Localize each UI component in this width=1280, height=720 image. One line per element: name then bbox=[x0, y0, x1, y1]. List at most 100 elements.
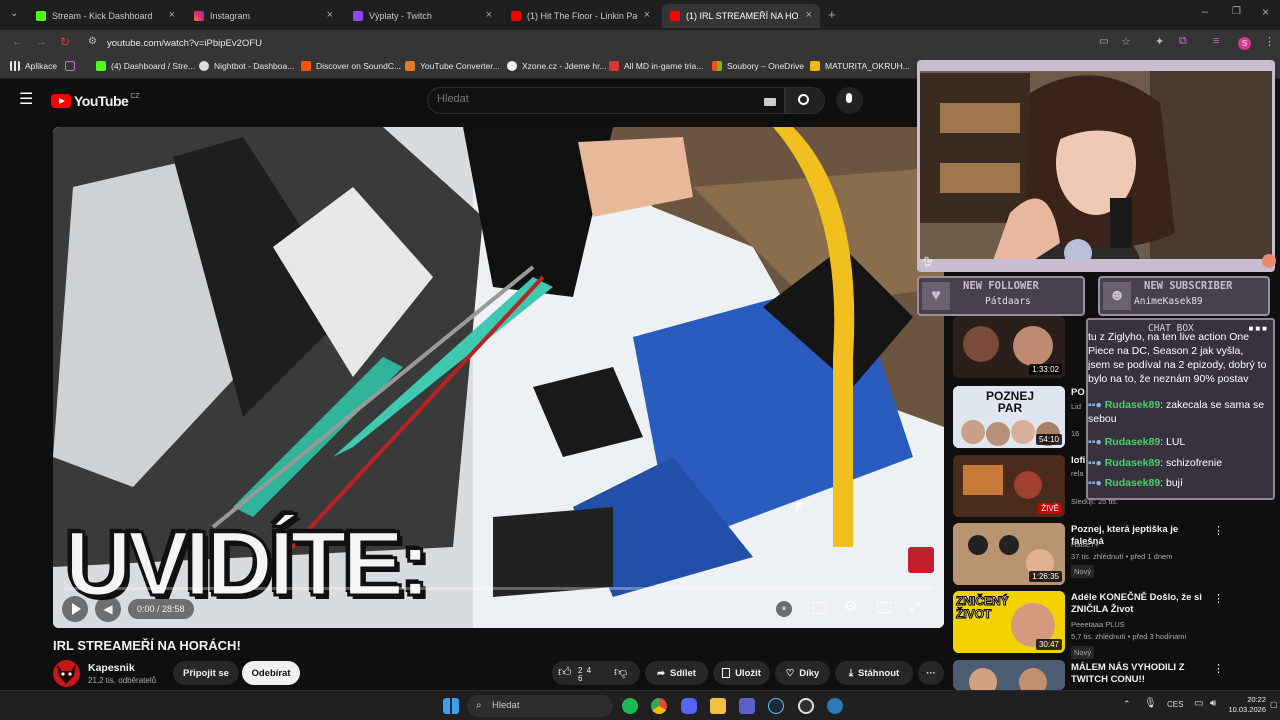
tray-chevron-icon[interactable]: ⌃ bbox=[1123, 699, 1131, 710]
taskbar-search[interactable]: ⌕ Hledat bbox=[467, 695, 613, 717]
bookmark-yt-converter[interactable]: YouTube Converter... bbox=[405, 61, 500, 71]
url-text[interactable]: youtube.com/watch?v=iPbipEv2OFU bbox=[107, 38, 262, 49]
play-button[interactable] bbox=[62, 596, 88, 622]
converter-icon bbox=[405, 61, 415, 71]
save-button[interactable]: Uložit bbox=[713, 661, 770, 685]
video-player[interactable]: UVIDÍTE: ◀ 0:00 / 28:58 ⏸ ⚙ ⤢ bbox=[53, 127, 944, 628]
download-label: Stáhnout bbox=[858, 667, 900, 679]
teams-icon[interactable] bbox=[739, 698, 755, 714]
recommendation-thumbnail[interactable]: 1:33:02 bbox=[953, 316, 1065, 378]
recommendation-thumbnail[interactable] bbox=[953, 660, 1065, 690]
autoplay-toggle-icon[interactable]: ⏸ bbox=[776, 601, 792, 617]
microphone-tray-icon[interactable]: 🎙︎ bbox=[1144, 698, 1157, 709]
search-button[interactable] bbox=[785, 87, 825, 114]
recommendation-thumbnail[interactable]: 1:26:35 bbox=[953, 523, 1065, 585]
subtitles-icon[interactable] bbox=[812, 602, 827, 614]
bookmark-dashboard[interactable]: (4) Dashboard / Stre... bbox=[96, 61, 195, 71]
bookmark-md[interactable]: All MD in-game tria... bbox=[609, 61, 703, 71]
live-badge: ŽIVĚ bbox=[1038, 503, 1062, 514]
tab-list-chevron-icon[interactable]: ⌄ bbox=[10, 8, 18, 19]
settings-gear-icon[interactable]: ⚙ bbox=[844, 597, 857, 615]
close-tab-icon[interactable]: × bbox=[327, 9, 333, 21]
recommendation-title[interactable]: MÁLEM NÁS VYHODILI Z TWITCH CONU!! bbox=[1071, 662, 1211, 686]
minimize-window-icon[interactable]: – bbox=[1202, 6, 1208, 18]
network-icon[interactable]: ▭ bbox=[1194, 698, 1203, 709]
more-actions-button[interactable]: ··· bbox=[918, 661, 944, 685]
youtube-logo[interactable]: YouTube CZ bbox=[51, 93, 140, 109]
bookmark-soundcloud[interactable]: Discover on SoundC... bbox=[301, 61, 401, 71]
bookmark-apps[interactable]: Aplikace bbox=[10, 61, 57, 71]
bookmark-nightbot[interactable]: Nightbot - Dashboa... bbox=[199, 61, 294, 71]
bookmark-label: Soubory – OneDrive bbox=[727, 61, 805, 71]
bookmark-star-icon[interactable]: ☆ bbox=[1121, 35, 1131, 48]
more-options-icon[interactable]: ⋮ bbox=[1213, 524, 1224, 537]
hamburger-menu-icon[interactable]: ☰ bbox=[19, 92, 33, 108]
tab-kick[interactable]: Stream - Kick Dashboard × bbox=[28, 4, 183, 28]
windows-start-icon[interactable] bbox=[443, 698, 459, 714]
theater-mode-icon[interactable] bbox=[877, 602, 892, 613]
like-button[interactable]: 👍︎ bbox=[558, 664, 572, 680]
chrome-icon[interactable] bbox=[651, 698, 667, 714]
recommendation-title[interactable]: Adéle KONEČNĚ Došlo, že si ZNIČILA Život bbox=[1071, 592, 1211, 616]
discord-icon[interactable] bbox=[681, 698, 697, 714]
cast-icon[interactable]: ▭ bbox=[1099, 36, 1108, 47]
volume-button[interactable]: ◀ bbox=[95, 596, 121, 622]
media-icon[interactable]: ≡ bbox=[1213, 35, 1219, 47]
recommendation-thumbnail[interactable]: ŽIVĚ bbox=[953, 455, 1065, 517]
bookmark-xzone[interactable]: Xzone.cz - Jdeme hr... bbox=[507, 61, 607, 71]
voice-search-button[interactable] bbox=[836, 87, 863, 114]
bookmark-onedrive[interactable]: Soubory – OneDrive bbox=[712, 61, 804, 71]
forward-icon[interactable]: → bbox=[36, 36, 47, 48]
clock[interactable]: 20:22 10.03.2026 bbox=[1226, 695, 1266, 715]
search-box[interactable] bbox=[427, 87, 785, 114]
file-explorer-icon[interactable] bbox=[710, 698, 726, 714]
tab-twitch[interactable]: Výplaty - Twitch × bbox=[345, 4, 500, 28]
obs-icon[interactable] bbox=[798, 698, 814, 714]
volume-tray-icon[interactable]: 🔊︎ bbox=[1210, 698, 1216, 709]
reload-icon[interactable]: ↻ bbox=[60, 35, 70, 49]
browser-menu-icon[interactable]: ⋮ bbox=[1264, 35, 1275, 48]
keyboard-icon[interactable] bbox=[764, 98, 776, 106]
app-icon[interactable] bbox=[827, 698, 843, 714]
close-tab-icon[interactable]: × bbox=[644, 9, 650, 21]
recommendation-thumbnail[interactable]: POZNEJ PAR 54:10 bbox=[953, 386, 1065, 448]
bookmark-maturita[interactable]: MATURITA_OKRUH... bbox=[810, 61, 910, 71]
recommendation-channel: HaiseT+ bbox=[1071, 540, 1100, 549]
close-tab-icon[interactable]: × bbox=[806, 9, 812, 21]
back-icon[interactable]: ← bbox=[12, 36, 23, 48]
bookmark-grid[interactable] bbox=[65, 61, 80, 71]
new-tab-button[interactable]: + bbox=[828, 7, 836, 22]
video-duration: 1:33:02 bbox=[1029, 364, 1062, 375]
steam-icon[interactable] bbox=[768, 698, 784, 714]
spotify-icon[interactable] bbox=[622, 698, 638, 714]
tab-instagram[interactable]: Instagram × bbox=[186, 4, 341, 28]
language-indicator[interactable]: CES bbox=[1167, 700, 1183, 709]
video-progress-bar[interactable] bbox=[64, 587, 932, 590]
profile-avatar[interactable]: S bbox=[1238, 37, 1251, 50]
puzzle-icon[interactable]: ⧉ bbox=[1179, 35, 1187, 48]
subscribe-button[interactable]: Odebírat bbox=[242, 661, 300, 685]
extension-icon[interactable]: ✦ bbox=[1155, 35, 1164, 48]
channel-name[interactable]: Kapesnik bbox=[88, 662, 135, 674]
more-options-icon[interactable]: ⋮ bbox=[1213, 662, 1224, 675]
fullscreen-icon[interactable]: ⤢ bbox=[909, 599, 919, 615]
maximize-window-icon[interactable]: ❐ bbox=[1232, 6, 1241, 17]
dislike-button[interactable]: 👎︎ bbox=[614, 664, 627, 680]
close-window-icon[interactable]: × bbox=[1262, 5, 1269, 19]
tab-irl-streamers[interactable]: (1) IRL STREAMEŘÍ NA HORÁCH × bbox=[662, 4, 820, 28]
notification-icon[interactable]: ▢ bbox=[1270, 700, 1278, 709]
tab-linkin-park[interactable]: (1) Hit The Floor - Linkin Park (l × bbox=[503, 4, 658, 28]
close-tab-icon[interactable]: × bbox=[486, 9, 492, 21]
channel-avatar[interactable] bbox=[53, 660, 80, 687]
devil-logo-icon bbox=[57, 664, 76, 684]
site-info-icon[interactable]: ⚙ bbox=[88, 36, 97, 47]
share-button[interactable]: ➦ Sdílet bbox=[645, 661, 708, 685]
search-input[interactable] bbox=[437, 93, 737, 105]
download-button[interactable]: ⤓ Stáhnout bbox=[835, 661, 913, 685]
chat-message: ▪▪● Rudasek89: LUL bbox=[1088, 435, 1273, 449]
recommendation-thumbnail[interactable]: ZNIČENÝ ŽIVOT 30:47 bbox=[953, 591, 1065, 653]
close-tab-icon[interactable]: × bbox=[169, 9, 175, 21]
thanks-button[interactable]: ♡ Díky bbox=[775, 661, 830, 685]
join-button[interactable]: Připojit se bbox=[173, 661, 239, 685]
more-options-icon[interactable]: ⋮ bbox=[1213, 592, 1224, 605]
